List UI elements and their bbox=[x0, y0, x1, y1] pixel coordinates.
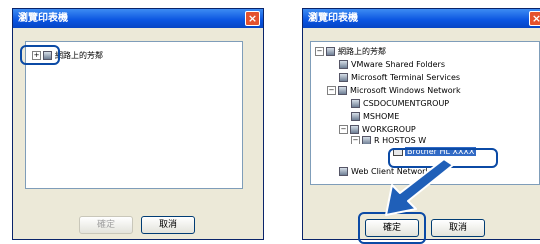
title-bar: 瀏覽印表機 × bbox=[13, 9, 263, 28]
computer-icon bbox=[362, 136, 371, 144]
tree-item-terminal-services[interactable]: Microsoft Terminal Services bbox=[339, 72, 460, 84]
tree-item-label: VMware Shared Folders bbox=[351, 60, 445, 69]
tree-item-label: MSHOME bbox=[363, 112, 400, 121]
collapse-icon[interactable]: − bbox=[315, 47, 324, 56]
tree-item-vmware[interactable]: VMware Shared Folders bbox=[339, 59, 445, 71]
tree-item-csdocumentgroup[interactable]: CSDOCUMENTGROUP bbox=[351, 98, 449, 110]
dialog-title: 瀏覽印表機 bbox=[308, 13, 358, 24]
server-icon bbox=[351, 99, 360, 108]
server-icon bbox=[339, 73, 348, 82]
tree-item-network-neighborhood[interactable]: − 網路上的芳鄰 bbox=[315, 46, 386, 58]
tree-item-label: CSDOCUMENTGROUP bbox=[363, 99, 450, 108]
tree-item-host[interactable]: − R HOSTOS W bbox=[351, 136, 426, 144]
server-icon bbox=[339, 60, 348, 69]
tree-item-workgroup[interactable]: − WORKGROUP bbox=[339, 124, 416, 136]
tree-item-label: Microsoft Terminal Services bbox=[351, 73, 461, 82]
tree-item-mshome[interactable]: MSHOME bbox=[351, 111, 399, 123]
ok-button[interactable]: 確定 bbox=[79, 216, 133, 234]
server-icon bbox=[350, 125, 359, 134]
dialog-title: 瀏覽印表機 bbox=[18, 13, 68, 24]
cancel-button[interactable]: 取消 bbox=[431, 219, 485, 237]
tree-item-label: Microsoft Windows Network bbox=[350, 86, 461, 95]
title-bar: 瀏覽印表機 × bbox=[303, 9, 540, 28]
server-icon bbox=[338, 86, 347, 95]
tree-item-windows-network[interactable]: − Microsoft Windows Network bbox=[327, 85, 461, 97]
browse-printer-dialog-left: 瀏覽印表機 × + 網路上的芳鄰 確定 取消 bbox=[12, 8, 264, 240]
collapse-icon[interactable]: − bbox=[351, 136, 360, 144]
tree-item-label: 網路上的芳鄰 bbox=[338, 47, 386, 56]
browse-printer-dialog-right: 瀏覽印表機 × − 網路上的芳鄰 VMware Shared Folders Mi… bbox=[302, 8, 540, 244]
network-icon bbox=[326, 47, 335, 56]
cancel-button[interactable]: 取消 bbox=[141, 216, 195, 234]
server-icon bbox=[339, 167, 348, 176]
server-icon bbox=[351, 112, 360, 121]
collapse-icon[interactable]: − bbox=[339, 125, 348, 134]
tree-item-label: R HOSTOS W bbox=[374, 136, 427, 145]
pointer-arrow-icon bbox=[385, 159, 454, 216]
close-button[interactable]: × bbox=[245, 11, 260, 26]
close-button[interactable]: × bbox=[529, 11, 540, 26]
tree-item-label: 網路上的芳鄰 bbox=[55, 51, 103, 60]
highlight-expand-callout bbox=[20, 45, 60, 65]
collapse-icon[interactable]: − bbox=[327, 86, 336, 95]
tree-item-label: WORKGROUP bbox=[362, 125, 416, 134]
